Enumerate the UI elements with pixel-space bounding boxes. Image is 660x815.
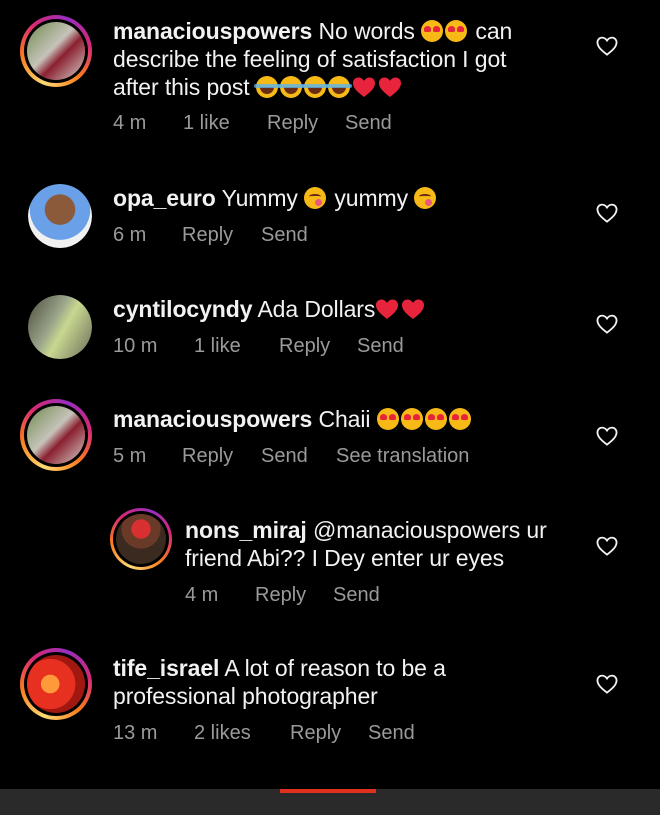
- yum-emoji-icon: [304, 187, 327, 209]
- likes-count-button[interactable]: 2 likes: [194, 722, 290, 745]
- username-link[interactable]: opa_euro: [113, 185, 216, 211]
- comment-text: manaciouspowers No words can describe th…: [113, 18, 513, 100]
- heart-outline-icon[interactable]: [596, 203, 618, 223]
- username-link[interactable]: nons_miraj: [185, 517, 307, 543]
- reply-button[interactable]: Reply: [267, 112, 345, 135]
- send-button[interactable]: Send: [333, 584, 380, 607]
- reply-button[interactable]: Reply: [290, 722, 368, 745]
- laughing-emoji-icon: [301, 76, 328, 98]
- bottom-input-bar: [0, 789, 660, 815]
- comment-text: manaciouspowers Chaii: [113, 405, 573, 433]
- red-heart-emoji-icon: [401, 298, 425, 320]
- heart-eyes-emoji-icon: [424, 408, 447, 430]
- see-translation-button[interactable]: See translation: [336, 445, 469, 468]
- heart-eyes-emoji-icon: [421, 20, 444, 42]
- comment-meta: 4 m Reply Send: [185, 584, 380, 607]
- comment-time: 4 m: [113, 112, 147, 134]
- comment-time: 4 m: [185, 584, 219, 606]
- avatar[interactable]: [28, 184, 92, 248]
- comment-item: cyntilocyndy Ada Dollars 10 m 1 like Rep…: [0, 281, 660, 381]
- red-heart-emoji-icon: [378, 76, 402, 98]
- heart-outline-icon[interactable]: [596, 36, 618, 56]
- bottom-accent-indicator: [280, 789, 376, 793]
- red-heart-emoji-icon: [352, 76, 376, 98]
- reply-button[interactable]: Reply: [182, 445, 261, 468]
- comment-item: opa_euro Yummy yummy 6 m Reply Send: [0, 170, 660, 270]
- reply-button[interactable]: Reply: [279, 335, 357, 358]
- avatar[interactable]: [28, 295, 92, 359]
- heart-eyes-emoji-icon: [445, 20, 468, 42]
- comment-text: nons_miraj @manaciouspowers ur friend Ab…: [185, 517, 547, 571]
- username-link[interactable]: manaciouspowers: [113, 406, 312, 432]
- comment-meta: 6 m Reply Send: [113, 224, 308, 247]
- username-link[interactable]: cyntilocyndy: [113, 296, 253, 322]
- heart-eyes-emoji-icon: [400, 408, 423, 430]
- comment-item: manaciouspowers Chaii 5 m Reply Send See…: [0, 392, 660, 492]
- comment-time: 10 m: [113, 335, 158, 357]
- comment-text: opa_euro Yummy yummy: [113, 184, 573, 212]
- heart-outline-icon[interactable]: [596, 674, 618, 694]
- laughing-emoji-icon: [325, 76, 352, 98]
- comment-time: 13 m: [113, 722, 158, 744]
- avatar-story-ring[interactable]: [20, 399, 92, 471]
- avatar-story-ring[interactable]: [20, 648, 92, 720]
- reply-comment-item: nons_miraj @manaciouspowers ur friend Ab…: [0, 505, 660, 615]
- yum-emoji-icon: [414, 187, 437, 209]
- likes-count-button[interactable]: 1 like: [194, 335, 279, 358]
- heart-eyes-emoji-icon: [376, 408, 399, 430]
- avatar: [116, 514, 166, 564]
- comment-text: tife_israel A lot of reason to be a prof…: [113, 655, 446, 709]
- comment-meta: 4 m 1 like Reply Send: [113, 112, 392, 135]
- comment-item: tife_israel A lot of reason to be a prof…: [0, 640, 660, 760]
- send-button[interactable]: Send: [357, 335, 404, 358]
- avatar: [27, 655, 85, 713]
- send-button[interactable]: Send: [368, 722, 415, 745]
- red-heart-emoji-icon: [375, 298, 399, 320]
- avatar-story-ring[interactable]: [110, 508, 172, 570]
- avatar-story-ring[interactable]: [20, 15, 92, 87]
- username-link[interactable]: manaciouspowers: [113, 18, 312, 44]
- comment-time: 5 m: [113, 445, 147, 467]
- send-button[interactable]: Send: [345, 112, 392, 135]
- comment-time: 6 m: [113, 224, 147, 246]
- heart-outline-icon[interactable]: [596, 536, 618, 556]
- reply-button[interactable]: Reply: [182, 224, 261, 247]
- comment-meta: 10 m 1 like Reply Send: [113, 335, 404, 358]
- likes-count-button[interactable]: 1 like: [183, 112, 267, 135]
- heart-outline-icon[interactable]: [596, 314, 618, 334]
- comment-item: manaciouspowers No words can describe th…: [0, 0, 660, 160]
- laughing-emoji-icon: [253, 76, 280, 98]
- heart-eyes-emoji-icon: [448, 408, 471, 430]
- send-button[interactable]: Send: [261, 445, 336, 468]
- comment-meta: 5 m Reply Send See translation: [113, 445, 469, 468]
- avatar: [27, 406, 85, 464]
- comment-meta: 13 m 2 likes Reply Send: [113, 722, 415, 745]
- laughing-emoji-icon: [277, 76, 304, 98]
- username-link[interactable]: tife_israel: [113, 655, 219, 681]
- avatar: [27, 22, 85, 80]
- reply-button[interactable]: Reply: [255, 584, 333, 607]
- send-button[interactable]: Send: [261, 224, 308, 247]
- heart-outline-icon[interactable]: [596, 426, 618, 446]
- comment-text: cyntilocyndy Ada Dollars: [113, 295, 573, 323]
